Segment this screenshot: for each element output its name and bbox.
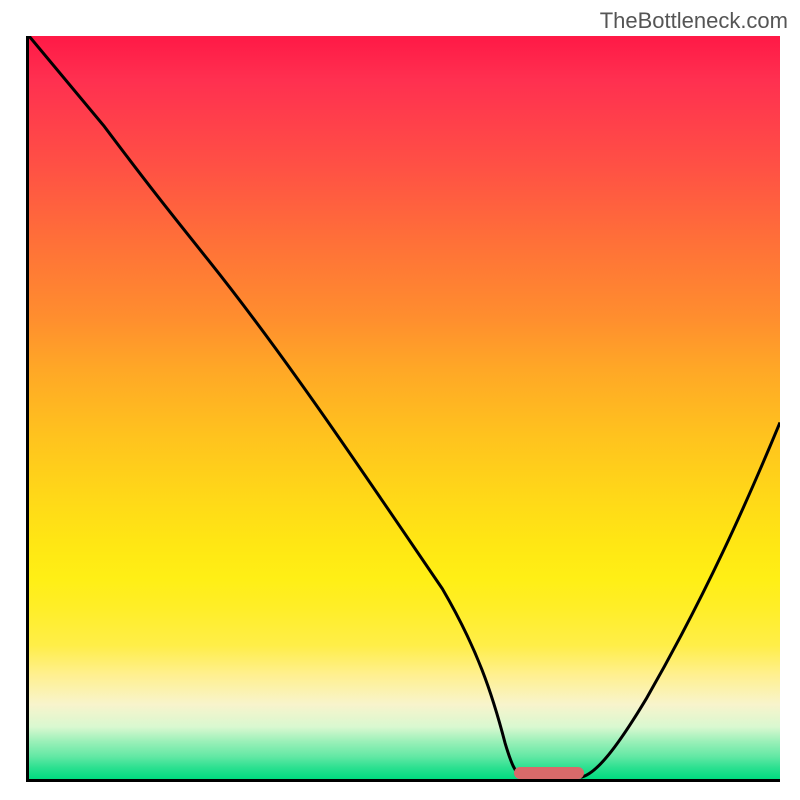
bottleneck-curve-svg: [29, 36, 780, 779]
optimal-range-marker: [514, 767, 584, 779]
bottleneck-curve-path: [29, 36, 780, 777]
chart-container: [26, 36, 780, 782]
watermark-text: TheBottleneck.com: [600, 8, 788, 34]
